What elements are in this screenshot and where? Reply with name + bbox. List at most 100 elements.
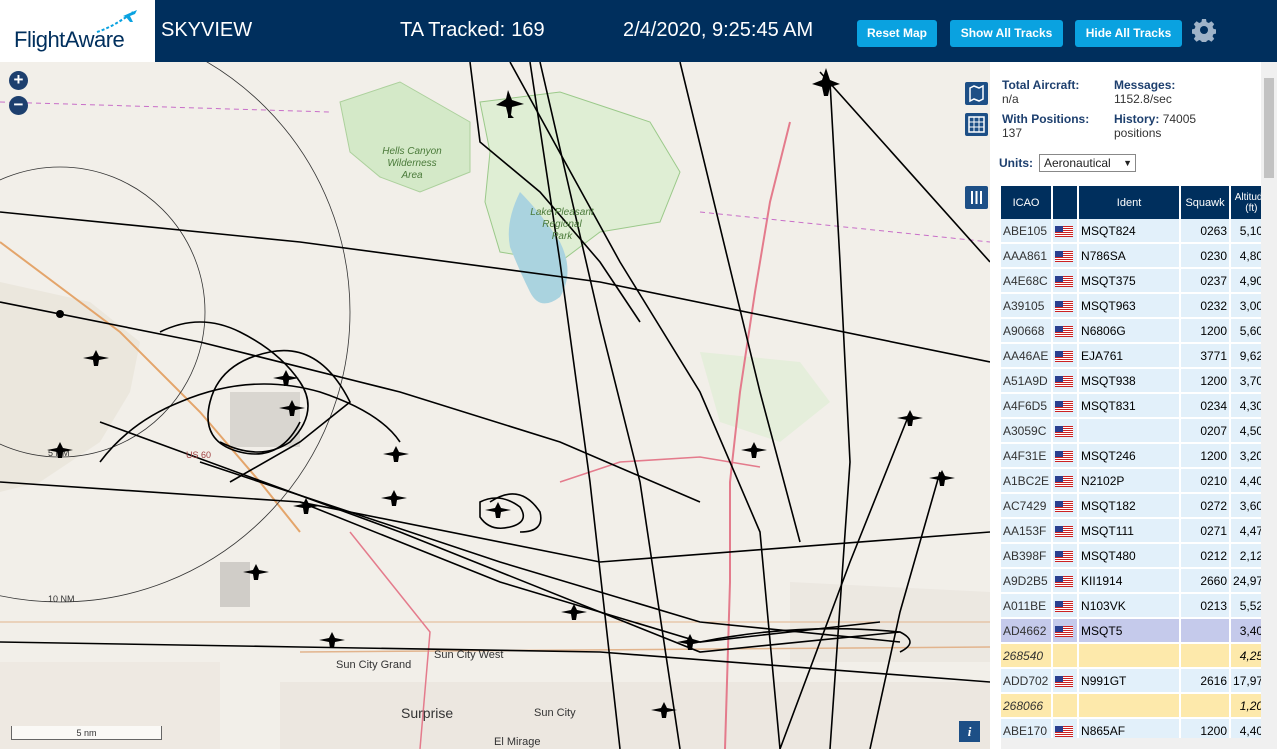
aircraft-ident: MSQT111 — [1078, 518, 1182, 544]
us-flag-icon — [1055, 500, 1074, 512]
aircraft-squawk: 3771 — [1180, 343, 1232, 369]
country-flag — [1052, 693, 1080, 719]
us-flag-icon — [1055, 675, 1074, 687]
map-label-us60: US 60 — [186, 450, 211, 460]
messages-label: Messages: — [1114, 78, 1176, 92]
us-flag-icon — [1055, 575, 1074, 587]
table-row[interactable]: A3059C 0207 4,500 — [1001, 418, 1274, 444]
table-row[interactable]: A9D2B5 KII1914 2660 24,975 — [1001, 568, 1274, 594]
column-header-ident[interactable]: Ident — [1078, 186, 1182, 219]
aircraft-marker[interactable] — [812, 68, 840, 96]
aircraft-ident: MSQT480 — [1078, 543, 1182, 569]
aircraft-icao: A90668 — [1001, 318, 1054, 344]
table-row[interactable]: A4F31E MSQT246 1200 3,200 — [1001, 443, 1274, 469]
country-flag — [1052, 643, 1080, 669]
table-row[interactable]: AD4662 MSQT5 3,400 — [1001, 618, 1274, 644]
table-row[interactable]: A39105 MSQT963 0232 3,000 — [1001, 293, 1274, 319]
zoom-in-button[interactable]: + — [9, 71, 28, 90]
table-row[interactable]: AC7429 MSQT182 0272 3,600 — [1001, 493, 1274, 519]
map-layers-button[interactable] — [965, 82, 988, 105]
zoom-out-button[interactable]: − — [9, 96, 28, 115]
aircraft-icao: AB398F — [1001, 543, 1054, 569]
us-flag-icon — [1055, 300, 1074, 312]
units-select[interactable]: Aeronautical — [1039, 154, 1136, 172]
scrollbar-thumb[interactable] — [1264, 78, 1274, 178]
aircraft-marker[interactable] — [897, 410, 923, 426]
us-flag-icon — [1055, 375, 1074, 387]
aircraft-marker[interactable] — [319, 632, 345, 648]
aircraft-squawk: 0230 — [1180, 243, 1232, 269]
messages-stat: Messages: 1152.8/sec — [1114, 78, 1175, 106]
aircraft-icao: A3059C — [1001, 418, 1054, 444]
country-flag — [1052, 668, 1080, 694]
table-row[interactable]: ABE105 MSQT824 0263 5,100 — [1001, 219, 1274, 244]
gear-icon[interactable] — [1192, 18, 1216, 42]
table-row[interactable]: AA153F MSQT111 0271 4,475 — [1001, 518, 1274, 544]
map-view[interactable]: Hells Canyon Wilderness Area Lake Pleasa… — [0, 62, 990, 749]
map-label-lake-pleasant-3: Park — [552, 231, 574, 242]
country-flag — [1052, 518, 1080, 544]
aircraft-marker[interactable] — [485, 502, 511, 518]
hide-all-tracks-button[interactable]: Hide All Tracks — [1075, 20, 1182, 47]
table-row[interactable]: ADD702 N991GT 2616 17,975 — [1001, 668, 1274, 694]
with-positions-value: 137 — [1002, 126, 1023, 140]
map-label-lake-pleasant-1: Lake Pleasant — [530, 207, 595, 218]
country-flag — [1052, 618, 1080, 644]
aircraft-marker[interactable] — [381, 490, 407, 506]
aircraft-marker[interactable] — [383, 446, 409, 462]
aircraft-icao: A1BC2E — [1001, 468, 1054, 494]
aircraft-ident: N786SA — [1078, 243, 1182, 269]
aircraft-ident: KII1914 — [1078, 568, 1182, 594]
grid-icon — [968, 116, 985, 133]
map-label-surprise: Surprise — [401, 705, 453, 721]
column-toggle-button[interactable] — [965, 186, 988, 209]
table-row[interactable]: A51A9D MSQT938 1200 3,700 — [1001, 368, 1274, 394]
column-header-squawk[interactable]: Squawk — [1180, 186, 1232, 219]
aircraft-marker[interactable] — [741, 442, 767, 458]
table-row[interactable]: A1BC2E N2102P 0210 4,400 — [1001, 468, 1274, 494]
aircraft-ident: MSQT182 — [1078, 493, 1182, 519]
aircraft-ident: MSQT938 — [1078, 368, 1182, 394]
flightaware-logo[interactable]: FlightAware — [0, 0, 155, 62]
column-header-flag[interactable] — [1052, 186, 1080, 219]
table-row[interactable]: AA46AE EJA761 3771 9,625 — [1001, 343, 1274, 369]
info-button[interactable]: i — [959, 721, 980, 742]
us-flag-icon — [1055, 275, 1074, 287]
us-flag-icon — [1055, 450, 1074, 462]
aircraft-icao: ABE105 — [1001, 219, 1054, 244]
show-all-tracks-button[interactable]: Show All Tracks — [950, 20, 1063, 47]
aircraft-squawk: 0232 — [1180, 293, 1232, 319]
table-row[interactable]: AB398F MSQT480 0212 2,125 — [1001, 543, 1274, 569]
map-label-ring-10nm: 10 NM — [48, 594, 75, 604]
country-flag — [1052, 268, 1080, 294]
aircraft-icao: AA46AE — [1001, 343, 1054, 369]
panel-scrollbar[interactable] — [1261, 62, 1277, 749]
table-horizontal-scrollbar[interactable] — [1001, 738, 1261, 749]
table-row[interactable]: A011BE N103VK 0213 5,525 — [1001, 593, 1274, 619]
map-canvas: Hells Canyon Wilderness Area Lake Pleasa… — [0, 62, 990, 749]
aircraft-marker[interactable] — [929, 470, 955, 486]
with-positions-stat: With Positions: 137 — [1002, 112, 1089, 140]
us-flag-icon — [1055, 475, 1074, 487]
table-row[interactable]: A90668 N6806G 1200 5,600 — [1001, 318, 1274, 344]
aircraft-squawk — [1180, 693, 1232, 719]
table-row[interactable]: A4F6D5 MSQT831 0234 4,300 — [1001, 393, 1274, 419]
reset-map-button[interactable]: Reset Map — [857, 20, 937, 47]
plane-logo-icon — [96, 10, 137, 33]
us-flag-icon — [1055, 600, 1074, 612]
column-header-icao[interactable]: ICAO — [1001, 186, 1054, 219]
table-row[interactable]: A4E68C MSQT375 0237 4,900 — [1001, 268, 1274, 294]
aircraft-ident: MSQT5 — [1078, 618, 1182, 644]
table-row[interactable]: 268066 1,200 — [1001, 693, 1274, 719]
aircraft-icao: ADD702 — [1001, 668, 1054, 694]
map-grid-button[interactable] — [965, 113, 988, 136]
aircraft-ident: MSQT963 — [1078, 293, 1182, 319]
aircraft-marker[interactable] — [273, 370, 299, 386]
aircraft-icao: 268066 — [1001, 693, 1054, 719]
aircraft-squawk: 0212 — [1180, 543, 1232, 569]
aircraft-icao: A4E68C — [1001, 268, 1054, 294]
table-row[interactable]: AAA861 N786SA 0230 4,800 — [1001, 243, 1274, 269]
aircraft-ident: MSQT246 — [1078, 443, 1182, 469]
table-row[interactable]: 268540 4,250 — [1001, 643, 1274, 669]
country-flag — [1052, 243, 1080, 269]
